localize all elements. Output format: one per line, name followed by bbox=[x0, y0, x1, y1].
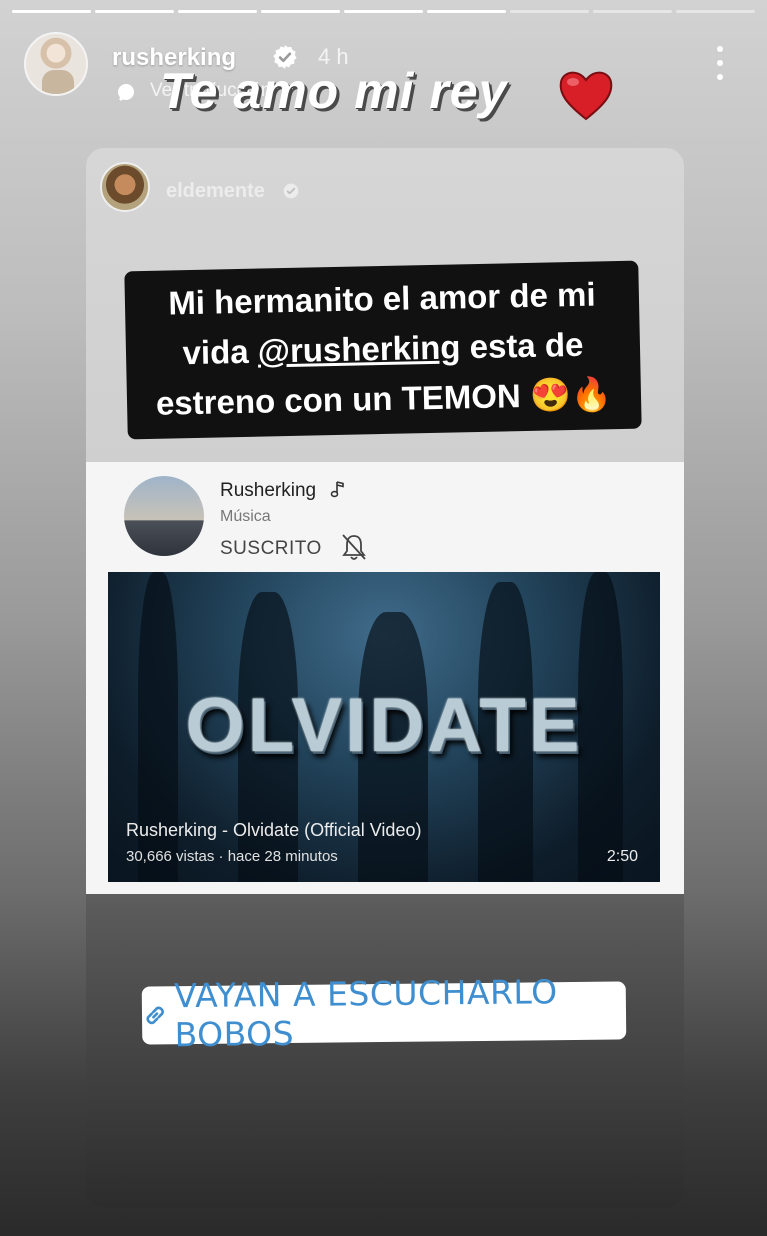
link-sticker-label: VAYAN A ESCUCHARLO BOBOS bbox=[173, 972, 558, 1055]
channel-name: Rusherking bbox=[220, 480, 317, 501]
story-author-avatar[interactable] bbox=[24, 32, 88, 96]
translate-icon[interactable] bbox=[116, 82, 136, 102]
progress-segment bbox=[261, 10, 340, 13]
shared-story-card[interactable]: eldemente Mi hermanito el amor de mi vid… bbox=[86, 148, 684, 1208]
progress-segment bbox=[593, 10, 672, 13]
story-progress-bar bbox=[12, 10, 755, 13]
quote-line-2-suffix: esta de bbox=[460, 325, 584, 366]
quote-line-2-prefix: vida bbox=[182, 332, 259, 372]
progress-segment bbox=[178, 10, 257, 13]
story-caption-text: Te amo mi rey bbox=[160, 63, 508, 119]
video-thumbnail: OLVIDATE Rusherking - Olvidate (Official… bbox=[108, 572, 660, 882]
quote-line-3: estreno con un TEMON 😍🔥 bbox=[155, 375, 613, 422]
shared-author-username[interactable]: eldemente bbox=[166, 180, 265, 203]
verified-badge-icon bbox=[283, 183, 299, 199]
music-note-icon bbox=[330, 481, 344, 498]
channel-category: Música bbox=[220, 508, 271, 525]
video-duration: 2:50 bbox=[606, 848, 638, 865]
video-title: Rusherking - Olvidate (Official Video) bbox=[126, 820, 422, 840]
progress-segment bbox=[510, 10, 589, 13]
bell-off-icon bbox=[342, 534, 366, 560]
video-meta: 30,666 vistas · hace 28 minutos bbox=[126, 848, 338, 865]
progress-segment bbox=[427, 10, 506, 13]
red-heart-icon bbox=[559, 71, 613, 121]
link-sticker[interactable]: VAYAN A ESCUCHARLO BOBOS bbox=[141, 972, 627, 1054]
progress-segment bbox=[344, 10, 423, 13]
progress-segment bbox=[12, 10, 91, 13]
subscribed-label: SUSCRITO bbox=[220, 538, 322, 559]
mention-link[interactable]: @rusherking bbox=[257, 328, 460, 369]
progress-segment bbox=[676, 10, 755, 13]
shared-author-avatar[interactable] bbox=[100, 162, 150, 212]
thumbnail-title-text: OLVIDATE bbox=[185, 683, 583, 768]
quote-text-box: Mi hermanito el amor de mi vida @rusherk… bbox=[124, 260, 642, 440]
youtube-screenshot: Rusherking Música SUSCRITO OLVIDATE Rush… bbox=[86, 462, 684, 894]
more-options-icon[interactable] bbox=[712, 46, 728, 80]
link-icon bbox=[146, 1006, 164, 1025]
progress-segment bbox=[95, 10, 174, 13]
channel-avatar bbox=[124, 476, 204, 556]
